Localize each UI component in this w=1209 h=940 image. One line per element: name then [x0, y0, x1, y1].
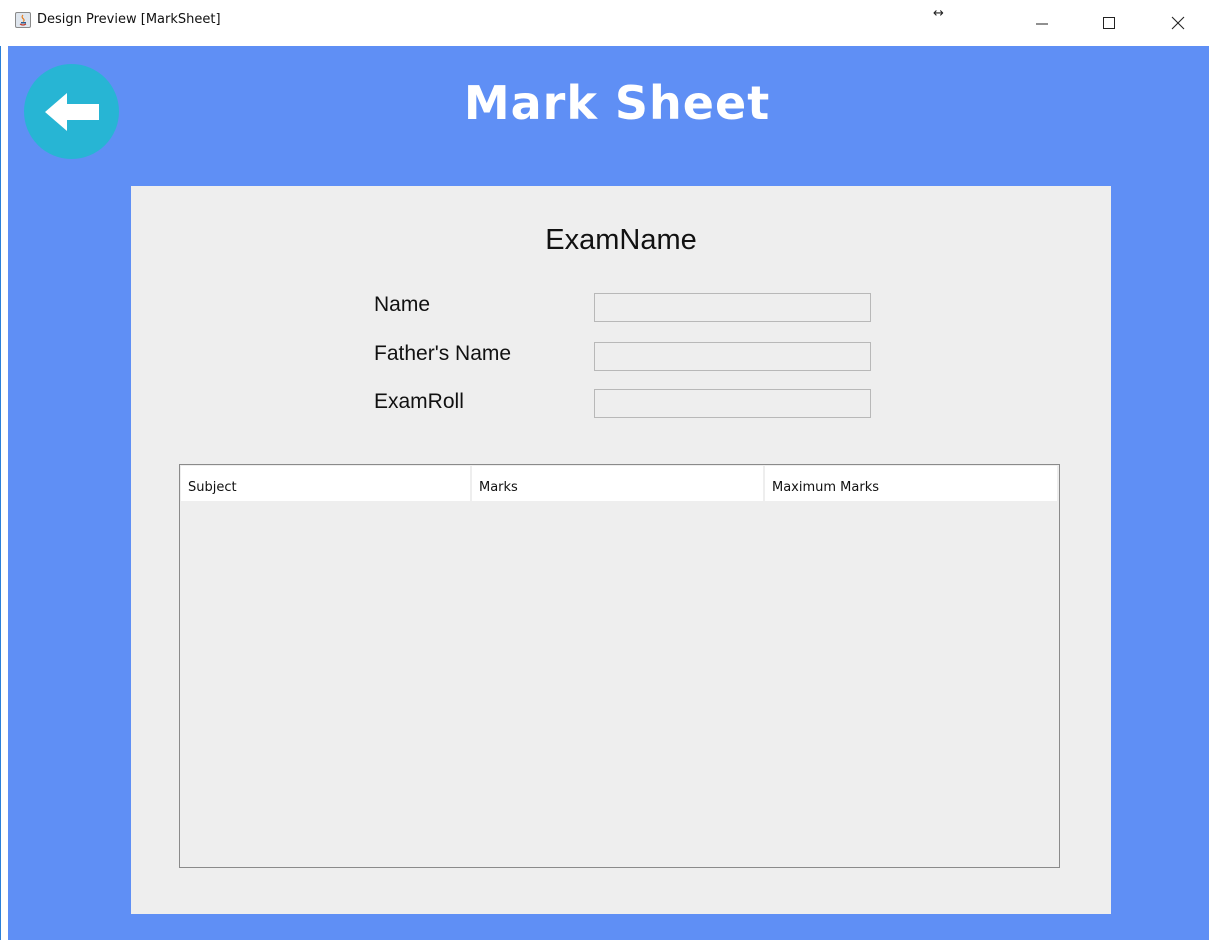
name-field[interactable]: [594, 293, 871, 322]
close-icon: [1171, 16, 1185, 30]
exam-name-heading: ExamName: [545, 224, 697, 256]
resize-arrows-icon: ↔: [933, 6, 944, 21]
maximize-button[interactable]: [1086, 0, 1132, 46]
name-label: Name: [374, 293, 431, 316]
column-header-marks[interactable]: Marks: [472, 466, 765, 501]
close-button[interactable]: [1155, 0, 1201, 46]
mark-sheet-panel: ExamName Name Father's Name ExamRoll Sub…: [131, 186, 1111, 914]
page-title: Mark Sheet: [463, 76, 771, 130]
title-bar[interactable]: Design Preview [MarkSheet] ↔: [0, 0, 1209, 46]
maximize-icon: [1103, 17, 1115, 29]
table-body[interactable]: [181, 501, 1058, 867]
marks-table[interactable]: Subject Marks Maximum Marks: [179, 464, 1060, 868]
column-header-maximum-marks[interactable]: Maximum Marks: [765, 466, 1055, 501]
fathers-name-label: Father's Name: [374, 342, 512, 365]
table-header: Subject Marks Maximum Marks: [181, 466, 1057, 501]
minimize-icon: [1036, 23, 1048, 25]
app-window: Design Preview [MarkSheet] ↔ Mark Sheet: [0, 0, 1209, 940]
exam-roll-label: ExamRoll: [374, 390, 464, 413]
window-border: [0, 0, 1, 940]
exam-roll-field[interactable]: [594, 389, 871, 418]
fathers-name-field[interactable]: [594, 342, 871, 371]
window-title: Design Preview [MarkSheet]: [37, 12, 221, 27]
column-header-subject[interactable]: Subject: [181, 466, 472, 501]
java-app-icon: [15, 12, 31, 28]
main-content: Mark Sheet ExamName Name Father's Name E…: [8, 46, 1209, 940]
minimize-button[interactable]: [1019, 0, 1065, 46]
